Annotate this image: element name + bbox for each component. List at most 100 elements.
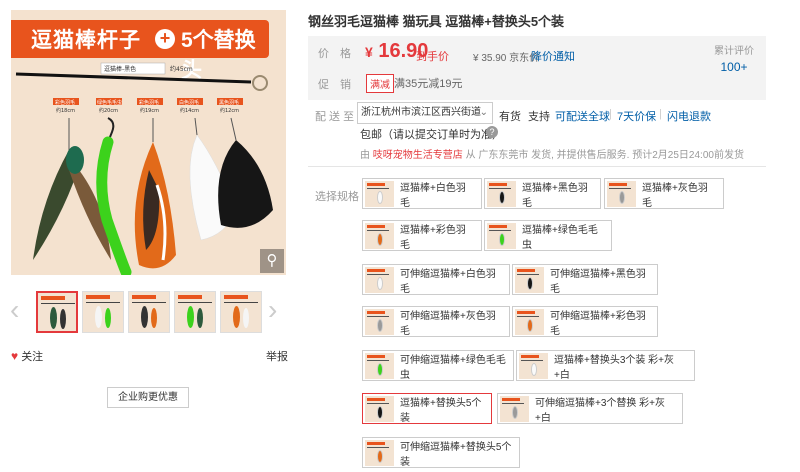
spec-option-label: 逗猫棒+彩色羽毛 bbox=[400, 224, 466, 251]
spec-option[interactable]: 可伸缩逗猫棒+替换头5个装 bbox=[362, 437, 520, 468]
follow-label: 关注 bbox=[21, 351, 44, 363]
spec-option-label: 可伸缩逗猫棒+白色羽毛 bbox=[400, 268, 496, 295]
spec-option[interactable]: 逗猫棒+替换头5个装 bbox=[362, 393, 492, 424]
spec-option-label: 逗猫棒+灰色羽毛 bbox=[642, 182, 708, 209]
thumbnail-1[interactable] bbox=[36, 291, 78, 333]
chevron-down-icon: ⌄ bbox=[479, 107, 488, 118]
feather-2-size: 约20cm bbox=[99, 107, 118, 114]
price-panel: 价 格 ¥ 16.90 到手价 ¥ 35.90 京东价 降价通知 累计评价 10… bbox=[308, 36, 766, 100]
spec-option-thumbnail bbox=[365, 222, 394, 249]
spec-option-thumbnail bbox=[487, 180, 516, 207]
spec-option-thumbnail bbox=[365, 180, 394, 207]
thumbnail-3[interactable] bbox=[128, 291, 170, 333]
spec-option-label: 逗猫棒+白色羽毛 bbox=[400, 182, 466, 209]
rating-summary[interactable]: 累计评价 100+ bbox=[714, 42, 754, 74]
price-currency: ¥ bbox=[365, 44, 373, 60]
spec-option-label: 可伸缩逗猫棒+绿色毛毛虫 bbox=[400, 354, 506, 381]
promo-text: 满35元减19元 bbox=[394, 78, 463, 90]
jd-price-value: 35.90 bbox=[481, 53, 507, 64]
spec-option-label: 可伸缩逗猫棒+3个替换 彩+灰+白 bbox=[535, 397, 666, 424]
spec-option[interactable]: 逗猫棒+黑色羽毛 bbox=[484, 178, 601, 209]
support-label: 支持 bbox=[528, 111, 550, 123]
product-title: 钢丝羽毛逗猫棒 猫玩具 逗猫棒+替换头5个装 bbox=[308, 14, 565, 29]
feather-4-label: 白色羽毛 bbox=[179, 99, 199, 106]
spec-option-thumbnail bbox=[487, 222, 516, 249]
promo-label: 促 销 bbox=[318, 79, 351, 91]
feather-2-label: 绿色毛毛虫 bbox=[97, 99, 122, 106]
spec-option-thumbnail bbox=[519, 352, 548, 379]
service-global-shipping[interactable]: 可配送全球 bbox=[555, 108, 610, 124]
thumbnail-5[interactable] bbox=[220, 291, 262, 333]
heart-icon: ♥ bbox=[11, 349, 19, 363]
rod-length: 约45cm bbox=[170, 65, 193, 73]
feather-4-size: 约14cm bbox=[180, 107, 199, 114]
spec-option-label: 可伸缩逗猫棒+灰色羽毛 bbox=[400, 310, 496, 337]
thumb-prev-arrow-icon[interactable]: ‹ bbox=[10, 294, 19, 326]
delivery-label: 配 送 至 bbox=[315, 111, 355, 123]
spec-label: 选择规格 bbox=[315, 191, 359, 203]
rod-ring bbox=[252, 75, 268, 91]
address-value: 浙江杭州市滨江区西兴街道 bbox=[361, 107, 481, 118]
spec-option-thumbnail bbox=[365, 395, 394, 422]
spec-option-label: 逗猫棒+绿色毛毛虫 bbox=[522, 224, 598, 251]
follow-button[interactable]: ♥ 关注 bbox=[11, 348, 43, 364]
rod-shape bbox=[15, 72, 252, 84]
free-shipping-text: 包邮（请以提交订单时为准） bbox=[360, 129, 503, 141]
service-quick-refund[interactable]: 闪电退款 bbox=[667, 108, 711, 124]
spec-option-label: 可伸缩逗猫棒+替换头5个装 bbox=[400, 441, 512, 468]
thumbnail-4[interactable] bbox=[174, 291, 216, 333]
feather-5-label: 黑色羽毛 bbox=[219, 99, 239, 106]
spec-option[interactable]: 可伸缩逗猫棒+黑色羽毛 bbox=[512, 264, 658, 295]
spec-option-label: 逗猫棒+替换头5个装 bbox=[400, 397, 482, 424]
spec-option[interactable]: 可伸缩逗猫棒+绿色毛毛虫 bbox=[362, 350, 514, 381]
jd-price-currency: ¥ bbox=[473, 53, 479, 64]
spec-option-thumbnail bbox=[607, 180, 636, 207]
address-select[interactable]: 浙江杭州市滨江区西兴街道 ⌄ bbox=[357, 102, 493, 124]
spec-option[interactable]: 逗猫棒+白色羽毛 bbox=[362, 178, 482, 209]
shop-link[interactable]: 吱呀宠物生活专营店 bbox=[373, 150, 463, 161]
ship-from-suffix: 从 广东东莞市 发货, 并提供售后服务. 预计2月25日24:00前发货 bbox=[465, 150, 744, 161]
spec-option[interactable]: 可伸缩逗猫棒+彩色羽毛 bbox=[512, 306, 658, 337]
promo-badge: 满减 bbox=[366, 74, 394, 93]
rod-label: 逗猫棒-黑色 bbox=[104, 65, 136, 73]
section-divider bbox=[308, 166, 766, 167]
spec-option[interactable]: 可伸缩逗猫棒+白色羽毛 bbox=[362, 264, 510, 295]
price-tag: 到手价 bbox=[416, 51, 449, 63]
stock-status: 有货 bbox=[499, 111, 521, 123]
spec-option-thumbnail bbox=[515, 266, 544, 293]
spec-option-label: 可伸缩逗猫棒+黑色羽毛 bbox=[550, 268, 646, 295]
spec-option[interactable]: 逗猫棒+替换头3个装 彩+灰+白 bbox=[516, 350, 695, 381]
spec-option[interactable]: 逗猫棒+彩色羽毛 bbox=[362, 220, 482, 251]
spec-option-thumbnail bbox=[500, 395, 529, 422]
service-price-protect[interactable]: 7天价保 bbox=[617, 108, 656, 124]
spec-option[interactable]: 逗猫棒+绿色毛毛虫 bbox=[484, 220, 612, 251]
feather-3-label: 彩色羽毛 bbox=[139, 99, 159, 106]
zoom-icon[interactable]: ⚲ bbox=[260, 249, 284, 273]
feather-3-size: 约19cm bbox=[140, 107, 159, 114]
spec-option-thumbnail bbox=[365, 352, 394, 379]
rating-value: 100+ bbox=[720, 60, 748, 74]
spec-option[interactable]: 逗猫棒+灰色羽毛 bbox=[604, 178, 724, 209]
divider: | bbox=[609, 108, 612, 120]
spec-option[interactable]: 可伸缩逗猫棒+3个替换 彩+灰+白 bbox=[497, 393, 683, 424]
thumbnail-2[interactable] bbox=[82, 291, 124, 333]
feather-3-shape bbox=[134, 118, 176, 269]
divider: | bbox=[659, 108, 662, 120]
price-alert-link[interactable]: 降价通知 bbox=[531, 48, 575, 64]
ship-from-line: 由 吱呀宠物生活专营店 从 广东东莞市 发货, 并提供售后服务. 预计2月25日… bbox=[360, 146, 744, 161]
spec-option-thumbnail bbox=[365, 308, 394, 335]
spec-option-label: 逗猫棒+替换头3个装 彩+灰+白 bbox=[554, 354, 675, 381]
thumb-next-arrow-icon[interactable]: › bbox=[268, 294, 277, 326]
feather-5-size: 约12cm bbox=[220, 107, 239, 114]
cat-teaser-illustration: 逗猫棒-黑色 约45cm 彩色羽毛 约18cm 绿色毛毛虫 约20cm 彩色羽毛… bbox=[15, 62, 273, 275]
feather-1-size: 约18cm bbox=[56, 107, 75, 114]
company-purchase-button[interactable]: 企业购更优惠 bbox=[107, 387, 189, 408]
main-product-image[interactable]: 逗猫棒杆子 + 5个替换头 逗猫棒-黑色 约45cm 彩色羽毛 约18cm 绿色… bbox=[11, 10, 286, 275]
price-label: 价 格 bbox=[318, 48, 351, 60]
rating-label: 累计评价 bbox=[714, 46, 754, 57]
report-link[interactable]: 举报 bbox=[266, 348, 288, 364]
spec-option[interactable]: 可伸缩逗猫棒+灰色羽毛 bbox=[362, 306, 510, 337]
spec-option-label: 可伸缩逗猫棒+彩色羽毛 bbox=[550, 310, 646, 337]
help-icon[interactable]: ? bbox=[486, 126, 498, 138]
spec-option-thumbnail bbox=[515, 308, 544, 335]
